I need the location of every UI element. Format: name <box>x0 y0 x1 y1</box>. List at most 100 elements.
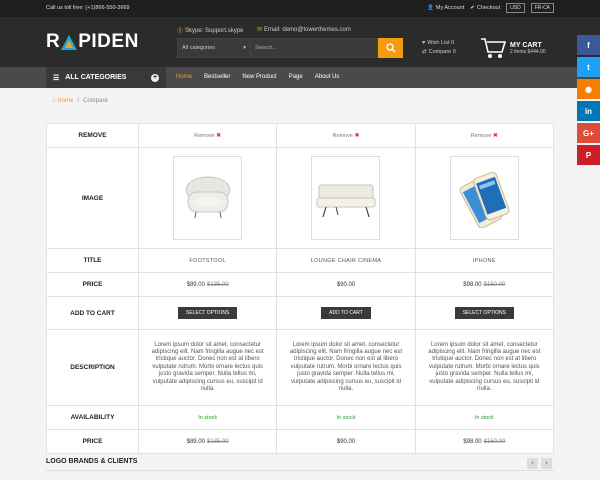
price: $98.00 <box>463 438 482 445</box>
plus-icon: + <box>151 73 159 82</box>
cart-title: MY CART <box>510 41 542 49</box>
my-account-link[interactable]: 👤 My Account <box>427 5 464 11</box>
label-title: TITLE <box>46 248 139 273</box>
brands-divider <box>46 470 554 471</box>
category-select[interactable]: All categories ▾ <box>177 38 251 58</box>
remove-link[interactable]: Remove ✖ <box>332 133 359 139</box>
old-price: $150.00 <box>483 438 506 445</box>
label-price: PRICE <box>46 272 139 297</box>
googleplus-icon[interactable]: G+ <box>577 123 600 143</box>
topbar: Call us toll free: (+1)866-550-3669 👤 My … <box>0 0 600 17</box>
old-price: $135.00 <box>206 438 229 445</box>
compare-icon: ⇄ <box>422 49 427 55</box>
cart-summary: 2 items $444.00 <box>510 48 546 55</box>
label-image: IMAGE <box>46 147 139 249</box>
phone-image <box>459 171 510 228</box>
breadcrumb-home[interactable]: ⌂ Home <box>52 98 73 104</box>
label-price: PRICE <box>46 429 139 454</box>
price: $89.00 <box>186 281 205 288</box>
price: $90.00 <box>336 281 356 288</box>
row-add-to-cart: ADD TO CART SELECT OPTIONS ADD TO CART S… <box>46 296 555 330</box>
remove-link[interactable]: Remove ✖ <box>194 133 221 139</box>
row-price-bottom: PRICE $89.00 $135.00 $90.00 $98.00 $150.00 <box>46 429 555 454</box>
label-add-to-cart: ADD TO CART <box>46 296 139 330</box>
close-icon: ✖ <box>216 133 222 139</box>
nav-item-new-product[interactable]: New Product <box>236 67 282 88</box>
brands-nav: ‹ › <box>527 458 552 469</box>
logo[interactable]: R PIDEN <box>46 31 139 53</box>
chevron-down-icon: ▾ <box>243 45 246 51</box>
label-availability: AVAILABILITY <box>46 405 139 430</box>
label-description: DESCRIPTION <box>46 329 139 406</box>
nav-item-bestseller[interactable]: Bestseller <box>198 67 236 88</box>
product-description: Lorem ipsum dolor sit amet, consectetur … <box>428 341 541 393</box>
close-icon: ✖ <box>492 133 498 139</box>
mini-cart[interactable]: MY CART 2 items $444.00 <box>480 37 546 59</box>
select-options-button[interactable]: SELECT OPTIONS <box>454 307 514 319</box>
close-icon: ✖ <box>354 133 360 139</box>
select-options-button[interactable]: SELECT OPTIONS <box>178 307 238 319</box>
brands-title: LOGO BRANDS & CLIENTS <box>46 458 138 465</box>
skype-icon: Ⓢ <box>177 29 184 35</box>
product-title[interactable]: FOOTSTOOL <box>189 258 226 264</box>
top-links: 👤 My Account ✔ Checkout USD FR-CA <box>427 3 554 13</box>
social-sidebar: f t ◉ in G+ P <box>577 35 600 167</box>
chevron-right-icon[interactable]: › <box>541 458 552 469</box>
nav-item-home[interactable]: Home <box>170 67 198 88</box>
all-categories-button[interactable]: ☰ ALL CATEGORIES + <box>46 67 166 88</box>
checkout-link[interactable]: ✔ Checkout <box>470 5 500 11</box>
row-description: DESCRIPTION Lorem ipsum dolor sit amet, … <box>46 329 555 406</box>
skype-contact: Ⓢ Skype: Support.skype <box>177 27 244 36</box>
row-image: IMAGE <box>46 147 555 249</box>
price: $89.00 <box>186 438 205 445</box>
wishlist-link[interactable]: ♥ Wish List 0 <box>422 40 454 46</box>
check-icon: ✔ <box>470 5 475 11</box>
home-icon: ⌂ <box>52 98 56 104</box>
search-bar: All categories ▾ Search... <box>177 38 403 58</box>
product-image-lounge-chair[interactable] <box>311 156 381 240</box>
currency-select[interactable]: USD <box>506 3 525 13</box>
row-remove: REMOVE Remove ✖ Remove ✖ Remove ✖ <box>46 123 555 148</box>
old-price: $150.00 <box>483 281 506 288</box>
breadcrumb: ⌂ Home / Compare <box>52 98 108 104</box>
product-image-footstool[interactable] <box>173 156 243 240</box>
email-icon: ✉ <box>257 27 263 33</box>
search-icon <box>385 43 395 53</box>
language-select[interactable]: FR-CA <box>530 3 554 13</box>
compare-link[interactable]: ⇄ Compare 0 <box>422 49 456 55</box>
row-price: PRICE $89.00 $135.00 $90.00 $98.00 $150.00 <box>46 272 555 297</box>
product-title[interactable]: LOUNGE CHAIR CINEMA <box>311 258 382 264</box>
nav-item-about-us[interactable]: About Us <box>309 67 346 88</box>
product-description: Lorem ipsum dolor sit amet, consectetur … <box>289 341 403 393</box>
email-contact: ✉ Email: demo@towerthemes.com <box>257 26 351 34</box>
rss-icon[interactable]: ◉ <box>577 79 600 99</box>
chevron-left-icon[interactable]: ‹ <box>527 458 538 469</box>
logo-triangle-icon <box>61 34 78 50</box>
armchair-image <box>185 176 231 219</box>
cart-icon <box>481 38 506 58</box>
product-title[interactable]: IPHONE <box>473 258 496 264</box>
phone-text: Call us toll free: (+1)866-550-3669 <box>46 5 130 11</box>
linkedin-icon[interactable]: in <box>577 101 600 121</box>
facebook-icon[interactable]: f <box>577 35 600 55</box>
price: $98.00 <box>463 281 482 288</box>
availability-status: In stock <box>198 414 218 421</box>
search-button[interactable] <box>378 38 403 58</box>
user-icon: 👤 <box>427 5 434 11</box>
compare-table: REMOVE Remove ✖ Remove ✖ Remove ✖ IMAGE <box>46 123 555 454</box>
menu-icon: ☰ <box>53 74 60 82</box>
add-to-cart-button[interactable]: ADD TO CART <box>321 307 371 319</box>
nav-items: Home Bestseller New Product Page About U… <box>170 67 345 88</box>
search-input[interactable]: Search... <box>251 38 378 58</box>
breadcrumb-current: Compare <box>82 98 108 104</box>
nav-item-page[interactable]: Page <box>283 67 309 88</box>
pinterest-icon[interactable]: P <box>577 145 600 165</box>
row-title: TITLE FOOTSTOOL LOUNGE CHAIR CINEMA IPHO… <box>46 248 555 273</box>
remove-link[interactable]: Remove ✖ <box>471 133 498 139</box>
twitter-icon[interactable]: t <box>577 57 600 77</box>
price: $90.00 <box>336 438 356 445</box>
product-description: Lorem ipsum dolor sit amet, consectetur … <box>151 341 264 393</box>
product-image-iphone[interactable] <box>449 156 519 240</box>
old-price: $135.00 <box>206 281 229 288</box>
label-remove: REMOVE <box>46 123 139 148</box>
